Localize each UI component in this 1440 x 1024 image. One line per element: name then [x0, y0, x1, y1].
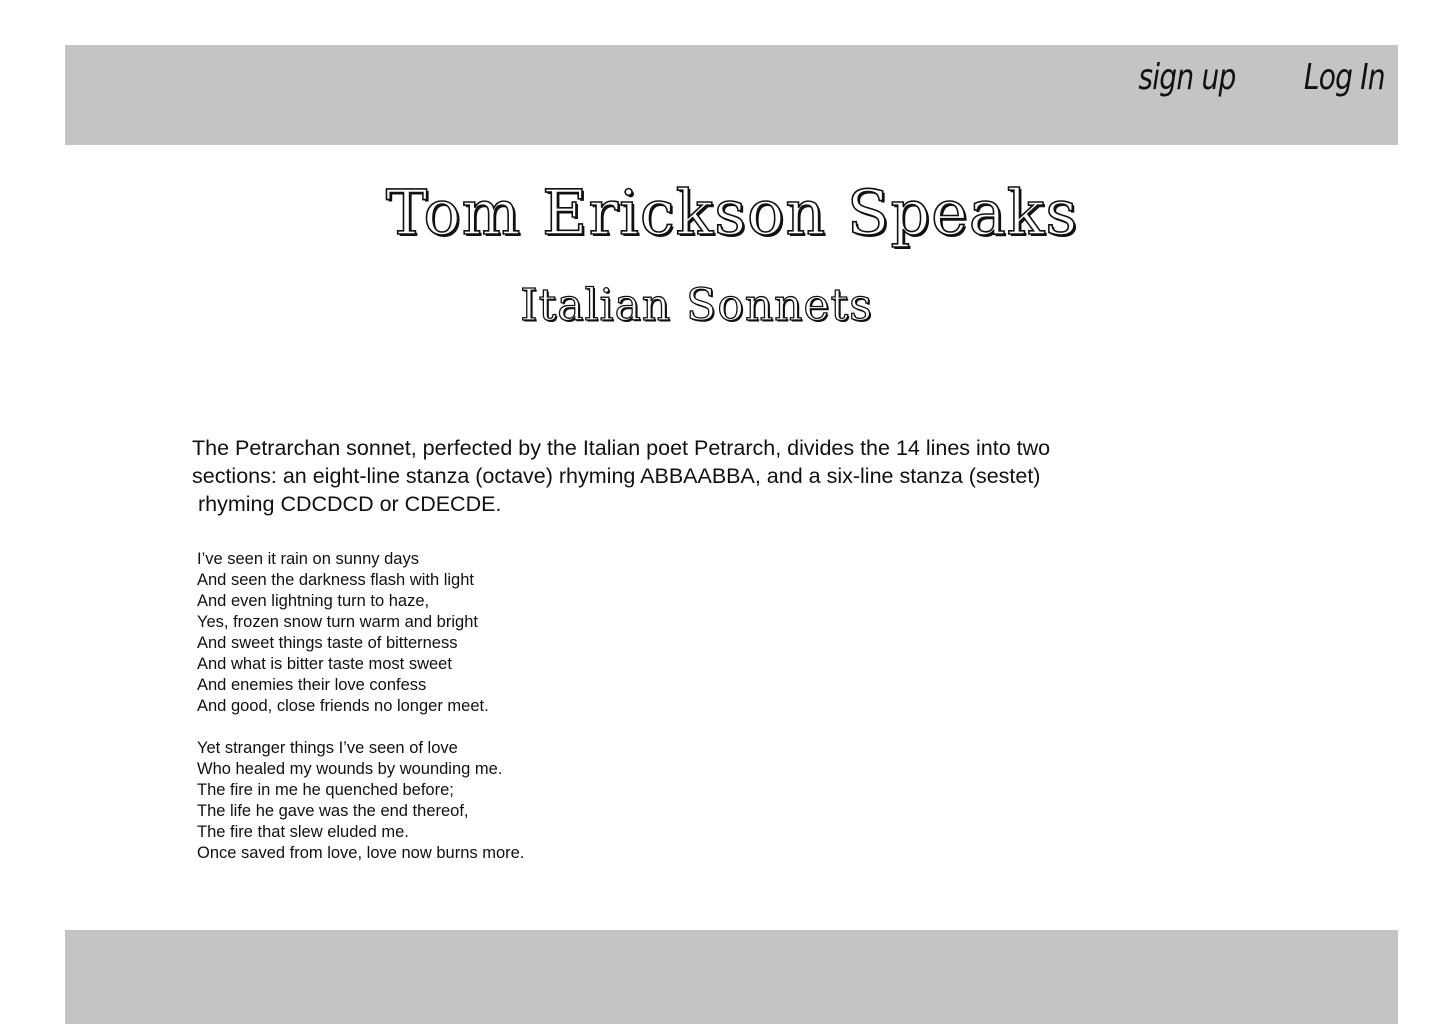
poem-line: The life he gave was the end thereof,: [197, 802, 469, 820]
poem-line: And seen the darkness flash with light: [197, 571, 474, 589]
intro-line: rhyming CDCDCD or CDECDE.: [198, 492, 502, 516]
header-nav: sign up Log In: [1111, 60, 1386, 96]
poem-sestet: Yet stranger things I’ve seen of love Wh…: [197, 738, 524, 864]
poem-line: The fire in me he quenched before;: [197, 781, 454, 799]
poem-line: Yet stranger things I’ve seen of love: [197, 739, 458, 757]
page-subtitle: Italian Sonnets: [520, 280, 873, 331]
poem-line: The fire that slew eluded me.: [197, 823, 409, 841]
log-in-link[interactable]: Log In: [1304, 60, 1386, 96]
intro-line: The Petrarchan sonnet, perfected by the …: [192, 436, 1051, 460]
poem-line: Yes, frozen snow turn warm and bright: [197, 613, 478, 631]
intro-paragraph: The Petrarchan sonnet, perfected by the …: [192, 434, 1182, 518]
page: sign up Log In Tom Erickson Speaks Itali…: [0, 0, 1440, 1024]
poem-line: And even lightning turn to haze,: [197, 592, 430, 610]
poem-octave: I’ve seen it rain on sunny days And seen…: [197, 549, 489, 717]
poem-line: And sweet things taste of bitterness: [197, 634, 458, 652]
poem-line: Once saved from love, love now burns mor…: [197, 844, 525, 862]
poem-line: And good, close friends no longer meet.: [197, 697, 489, 715]
poem-line: And enemies their love confess: [197, 676, 427, 694]
site-title: Tom Erickson Speaks: [385, 176, 1079, 249]
sign-up-link[interactable]: sign up: [1138, 60, 1236, 96]
poem-line: And what is bitter taste most sweet: [197, 655, 452, 673]
intro-line: sections: an eight-line stanza (octave) …: [192, 464, 1041, 488]
footer-bar: [65, 930, 1398, 1024]
poem-line: Who healed my wounds by wounding me.: [197, 760, 503, 778]
poem-line: I’ve seen it rain on sunny days: [197, 550, 419, 568]
